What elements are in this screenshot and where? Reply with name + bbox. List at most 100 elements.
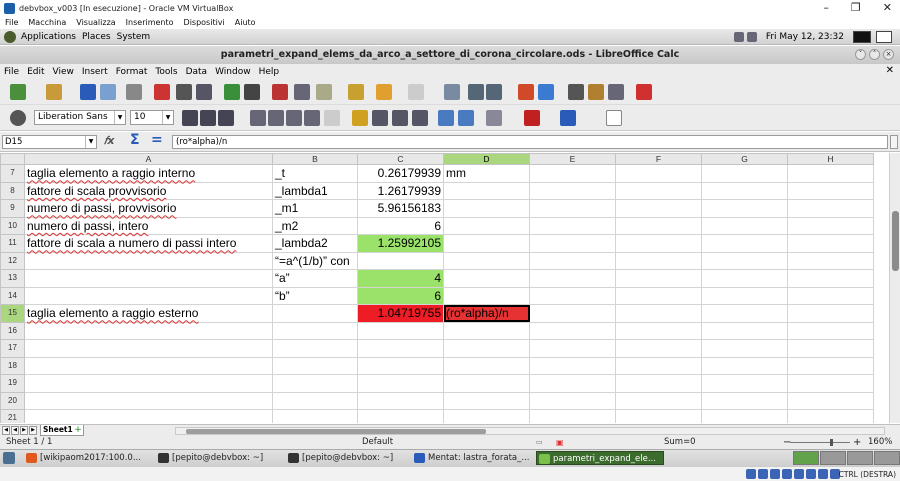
cell[interactable] <box>701 181 788 200</box>
optical-drive-icon[interactable] <box>758 469 768 479</box>
cell[interactable] <box>701 234 788 253</box>
cell[interactable] <box>787 269 874 288</box>
undo-icon[interactable] <box>376 84 392 100</box>
first-sheet-icon[interactable]: ◀ <box>2 426 10 435</box>
row-header[interactable]: 21 <box>0 409 25 423</box>
increase-indent-icon[interactable] <box>458 110 474 126</box>
sum-display[interactable]: Sum=0 <box>664 436 696 449</box>
cell[interactable] <box>357 321 444 340</box>
cell[interactable] <box>701 339 788 358</box>
cell[interactable] <box>529 339 616 358</box>
font-name-dropdown-icon[interactable]: ▼ <box>114 111 125 124</box>
cell[interactable]: mm <box>443 164 530 183</box>
menu-edit[interactable]: Edit <box>27 67 44 77</box>
row-header[interactable]: 8 <box>0 181 25 200</box>
host-menu-input[interactable]: Inserimento <box>126 18 174 27</box>
cell[interactable] <box>787 251 874 270</box>
menu-file[interactable]: File <box>4 67 19 77</box>
cell[interactable] <box>529 216 616 235</box>
taskbar-item-terminal-2[interactable]: [pepito@debvbox: ~] <box>286 451 410 465</box>
cell[interactable] <box>701 304 788 323</box>
cell[interactable]: 6 <box>357 286 444 305</box>
workspace-2[interactable] <box>820 451 846 465</box>
select-all-corner[interactable] <box>0 153 25 165</box>
cell[interactable]: 1.25992105 <box>357 234 444 253</box>
column-header-e[interactable]: E <box>529 153 616 165</box>
menu-insert[interactable]: Insert <box>82 67 108 77</box>
cell[interactable]: fattore di scala a numero di passi inter… <box>24 234 273 253</box>
display-icon[interactable] <box>818 469 828 479</box>
cell[interactable] <box>615 321 702 340</box>
cell[interactable] <box>24 391 273 410</box>
cell[interactable] <box>443 391 530 410</box>
paste-icon[interactable] <box>316 84 332 100</box>
function-icon[interactable]: = <box>151 132 163 148</box>
cell[interactable]: _m2 <box>272 216 358 235</box>
hdd-icon[interactable] <box>746 469 756 479</box>
cell[interactable] <box>24 269 273 288</box>
menu-format[interactable]: Format <box>116 67 148 77</box>
cell[interactable] <box>615 374 702 393</box>
merge-cells-icon[interactable] <box>324 110 340 126</box>
audio-icon[interactable] <box>770 469 780 479</box>
column-header-h[interactable]: H <box>787 153 874 165</box>
cell[interactable] <box>615 286 702 305</box>
cell[interactable] <box>443 339 530 358</box>
cell[interactable] <box>615 269 702 288</box>
justify-icon[interactable] <box>304 110 320 126</box>
close-icon[interactable]: ✕ <box>883 0 892 16</box>
cell[interactable] <box>529 374 616 393</box>
row-header[interactable]: 9 <box>0 199 25 218</box>
cell[interactable] <box>529 269 616 288</box>
currency-format-icon[interactable] <box>352 110 368 126</box>
host-menu-file[interactable]: File <box>5 18 18 27</box>
document-close-icon[interactable]: ✕ <box>886 65 894 76</box>
column-header-g[interactable]: G <box>701 153 788 165</box>
align-left-icon[interactable] <box>250 110 266 126</box>
align-right-icon[interactable] <box>286 110 302 126</box>
taskbar-item-terminal-1[interactable]: [pepito@debvbox: ~] <box>156 451 284 465</box>
cell[interactable] <box>787 234 874 253</box>
cell[interactable] <box>529 199 616 218</box>
cell[interactable] <box>787 391 874 410</box>
cell[interactable] <box>272 374 358 393</box>
cell[interactable] <box>443 251 530 270</box>
cell[interactable] <box>272 304 358 323</box>
cell[interactable] <box>701 409 788 423</box>
bold-icon[interactable] <box>182 110 198 126</box>
add-decimal-icon[interactable] <box>392 110 408 126</box>
add-sheet-icon[interactable]: + <box>72 426 84 435</box>
row-header[interactable]: 19 <box>0 374 25 393</box>
cell[interactable] <box>787 374 874 393</box>
export-pdf-icon[interactable] <box>154 84 170 100</box>
column-header-b[interactable]: B <box>272 153 358 165</box>
cell[interactable] <box>443 234 530 253</box>
email-icon[interactable] <box>100 84 116 100</box>
sum-icon[interactable]: Σ <box>130 132 140 148</box>
menu-window[interactable]: Window <box>215 67 251 77</box>
selection-mode-icon[interactable]: ▭ <box>536 436 543 449</box>
cell[interactable] <box>615 339 702 358</box>
copy-icon[interactable] <box>294 84 310 100</box>
panel-applet-light[interactable] <box>876 31 892 43</box>
workspace-1[interactable] <box>793 451 819 465</box>
cell[interactable] <box>787 164 874 183</box>
function-wizard-icon[interactable]: 𝑓x <box>104 134 115 148</box>
expand-formula-bar-button[interactable] <box>890 135 898 149</box>
cell[interactable] <box>443 286 530 305</box>
cell[interactable] <box>24 356 273 375</box>
hyperlink-icon[interactable] <box>444 84 460 100</box>
menu-data[interactable]: Data <box>186 67 208 77</box>
gallery-icon[interactable] <box>608 84 624 100</box>
cell[interactable] <box>615 251 702 270</box>
cell[interactable] <box>357 374 444 393</box>
row-header[interactable]: 14 <box>0 286 25 305</box>
row-header[interactable]: 10 <box>0 216 25 235</box>
cut-icon[interactable] <box>272 84 288 100</box>
cell[interactable] <box>24 321 273 340</box>
row-header[interactable]: 11 <box>0 234 25 253</box>
open-icon[interactable] <box>46 84 62 100</box>
shared-folder-icon[interactable] <box>806 469 816 479</box>
percent-format-icon[interactable] <box>372 110 388 126</box>
sort-ascending-icon[interactable] <box>468 84 484 100</box>
